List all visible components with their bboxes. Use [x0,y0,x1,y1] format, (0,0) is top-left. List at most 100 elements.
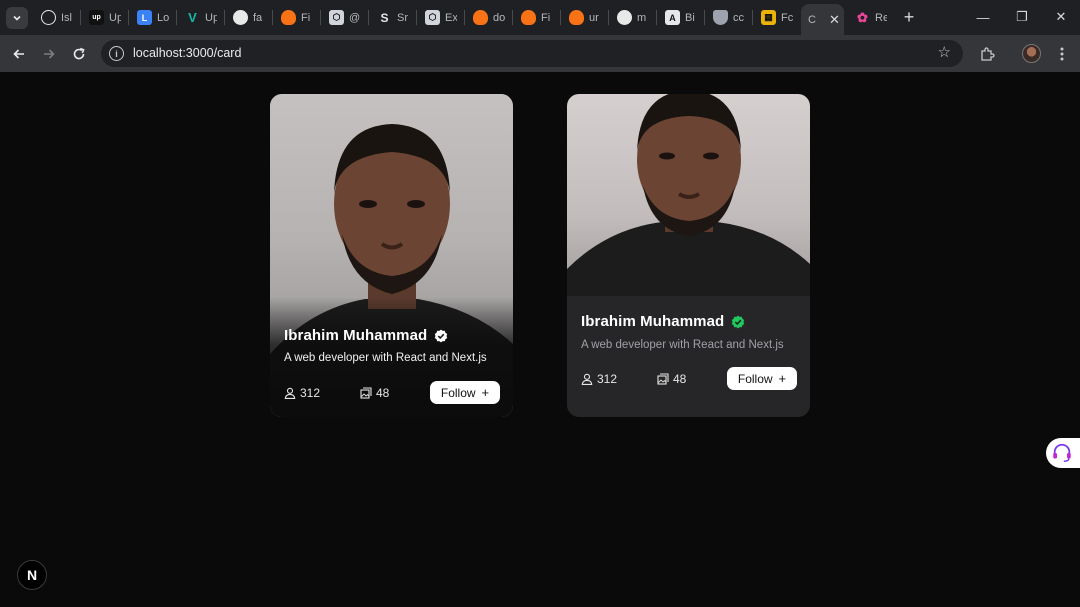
browser-tab[interactable]: fa [226,5,265,30]
site-info-icon[interactable]: i [109,46,124,61]
new-tab-button[interactable]: + [899,6,919,28]
headset-icon [1053,443,1071,462]
tab-favicon-icon: V [188,10,197,25]
tab-favicon-icon [41,10,56,25]
tab-title: Up [205,11,217,24]
images-icon [657,373,669,385]
tab-title: fa [253,11,263,24]
firebase-icon [473,10,488,25]
tab-title: ur [589,11,599,24]
browser-tab[interactable]: ✿ Re [848,5,887,30]
close-window-icon[interactable]: ✕ [1046,5,1076,29]
profile-avatar[interactable] [1022,44,1041,63]
browser-tab[interactable]: up Up [82,5,121,30]
tab-title: @ [349,11,361,24]
tab-title: Fc [781,11,793,24]
back-button[interactable] [7,42,31,66]
tab-title: do [493,11,505,24]
github-icon [233,10,248,25]
tab-favicon-icon: L [137,10,152,25]
tab-title: Sr [397,11,408,24]
tab-title: Fi [301,11,311,24]
profile-name: Ibrahim Muhammad [581,313,725,330]
tab-title: Lo [157,11,169,24]
close-tab-icon[interactable]: ✕ [829,12,840,28]
menu-kebab-icon[interactable] [1051,43,1073,65]
tab-favicon-icon: ✿ [857,9,868,25]
verified-badge-icon [435,329,448,342]
browser-tab[interactable]: ⬡ Ex [418,5,457,30]
profile-bio: A web developer with React and Next.js [581,339,784,351]
browser-tab-active[interactable]: C ✕ [801,4,844,35]
browser-tab[interactable]: Fi [274,5,313,30]
browser-tab[interactable]: cc [706,5,745,30]
extensions-icon[interactable] [976,43,998,65]
reload-icon [73,47,85,60]
chevron-down-icon [13,15,21,21]
github-icon [617,10,632,25]
follow-button[interactable]: Follow + [727,367,797,390]
follow-label: Follow [737,371,773,386]
posts-stat: 48 [657,372,686,386]
browser-tab[interactable]: ▦ Fc [754,5,793,30]
browser-tab[interactable]: S Sr [370,5,409,30]
reload-button[interactable] [67,42,91,66]
plus-icon: + [481,385,490,400]
followers-stat: 312 [284,386,320,400]
posts-stat: 48 [360,386,389,400]
browser-tab[interactable]: V Up [178,5,217,30]
tab-favicon-icon: ⬡ [425,10,440,25]
tab-title: cc [733,11,744,24]
tab-favicon-icon: up [89,10,104,25]
tab-favicon-icon: A [665,10,680,25]
browser-tab[interactable]: L Lo [130,5,169,30]
name-row: Ibrahim Muhammad [284,327,448,344]
verified-badge-icon [732,315,745,328]
follow-button[interactable]: Follow + [430,381,500,404]
browser-tab[interactable]: A Bi [658,5,697,30]
bookmark-star-icon[interactable]: ☆ [938,45,951,61]
tab-title: m [637,11,647,24]
tab-strip: Isl up Up L Lo V Up fa Fi ⬡ @ S Sr ⬡ Ex … [0,0,1080,35]
tab-title: Isl [61,11,72,24]
browser-tab[interactable]: Fi [514,5,553,30]
nextjs-dev-indicator[interactable]: N [17,560,47,590]
profile-bio: A web developer with React and Next.js [284,352,487,364]
forward-button[interactable] [37,42,61,66]
browser-tab[interactable]: Isl [34,5,73,30]
follow-label: Follow [440,385,476,400]
user-icon [284,387,296,399]
profile-photo [567,94,810,296]
browser-tab[interactable]: ur [562,5,601,30]
profile-name: Ibrahim Muhammad [284,327,428,344]
firebase-icon [569,10,584,25]
browser-toolbar: i localhost:3000/card ☆ [0,35,1080,72]
plus-icon: + [778,371,787,386]
tab-title: Fi [541,11,551,24]
address-bar[interactable]: i localhost:3000/card ☆ [101,40,963,67]
tab-title: C [808,13,816,26]
page-viewport: Ibrahim Muhammad A web developer with Re… [0,72,1080,607]
tab-search-button[interactable] [6,7,28,29]
posts-count: 48 [376,386,390,400]
firebase-icon [521,10,536,25]
images-icon [360,387,372,399]
tab-favicon-icon: S [380,10,389,25]
browser-tab[interactable]: do [466,5,505,30]
restore-icon[interactable]: ❐ [1007,5,1037,29]
browser-tab[interactable]: m [610,5,649,30]
shield-icon [713,10,728,25]
user-icon [581,373,593,385]
support-widget-button[interactable] [1046,438,1080,468]
browser-tab[interactable]: ⬡ @ [322,5,361,30]
profile-card: Ibrahim Muhammad A web developer with Re… [567,94,810,417]
tab-favicon-icon: ⬡ [329,10,344,25]
firebase-icon [281,10,296,25]
minimize-icon[interactable]: — [968,5,998,29]
followers-count: 312 [300,386,321,400]
tab-title: Up [109,11,121,24]
arrow-left-icon [13,49,24,59]
name-row: Ibrahim Muhammad [581,313,745,330]
tab-favicon-icon: ▦ [761,10,776,25]
tab-title: Bi [685,11,695,24]
